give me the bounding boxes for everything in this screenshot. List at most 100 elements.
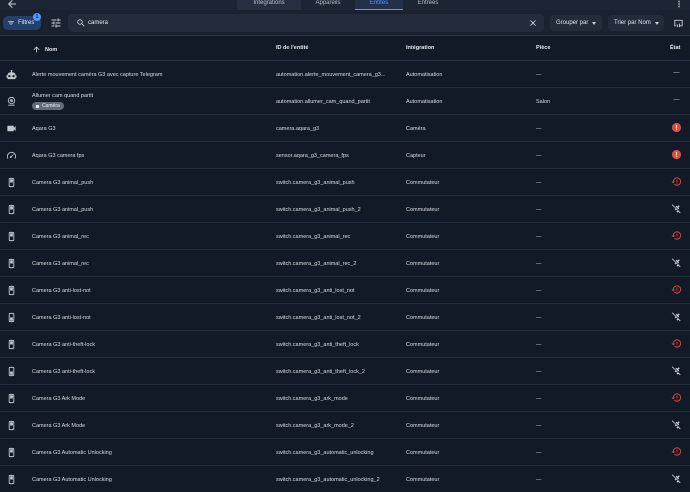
table-row[interactable]: Camera G3 animal_rec switch.camera_g3_ani… <box>0 250 690 277</box>
restore-alert-icon <box>671 284 682 295</box>
back-arrow-icon[interactable] <box>6 0 18 10</box>
table-row[interactable]: Camera G3 anti-theft-lock switch.camera_g… <box>0 331 690 358</box>
entity-id: switch.camera_g3_animal_rec_2 <box>276 261 357 267</box>
toggle-switch-icon <box>6 285 17 296</box>
video-icon <box>6 123 17 134</box>
table-row[interactable]: Aqara G3 camera fps sensor.aqara_g3_camer… <box>0 142 690 169</box>
entity-area: — <box>536 288 542 294</box>
table-row[interactable]: Camera G3 Ark Mode switch.camera_g3_ark_m… <box>0 385 690 412</box>
entity-integration: Capteur <box>406 153 426 159</box>
unavailable-icon <box>671 257 682 268</box>
entity-area: — <box>536 423 542 429</box>
entity-name: Camera G3 Ark Mode <box>32 396 86 402</box>
table-row[interactable]: Camera G3 animal_push switch.camera_g3_an… <box>0 196 690 223</box>
table-header: Nom ID de l'entité Intégration Pièce Éta… <box>0 36 690 61</box>
entity-name: Allumer cam quand partit <box>32 93 94 99</box>
entity-area: — <box>536 72 542 78</box>
entity-integration: Commutateur <box>406 207 440 213</box>
entity-area: — <box>536 180 542 186</box>
entity-integration: Commutateur <box>406 234 440 240</box>
top-app-bar: Intégrations Appareils Entités Entrées <box>0 0 690 10</box>
entity-id: switch.camera_g3_ark_mode_2 <box>276 423 354 429</box>
entity-id: switch.camera_g3_animal_rec <box>276 234 351 240</box>
entity-name: Camera G3 anti-theft-lock <box>32 342 95 348</box>
entity-area: — <box>536 396 542 402</box>
tab-integrations[interactable]: Intégrations <box>237 0 301 10</box>
table-row[interactable]: Camera G3 anti-lost-not switch.camera_g3_… <box>0 304 690 331</box>
table-row[interactable]: Camera G3 Automatic Unlocking switch.came… <box>0 439 690 466</box>
cctv-icon <box>6 96 17 107</box>
toggle-switch-icon <box>6 420 17 431</box>
entity-area: — <box>536 261 542 267</box>
entity-id: switch.camera_g3_animal_push_2 <box>276 207 361 213</box>
table-row[interactable]: Aqara G3 camera.aqara_g3 Caméra — <box>0 115 690 142</box>
entity-id: switch.camera_g3_anti_lost_not_2 <box>276 315 361 321</box>
search-icon <box>76 18 86 28</box>
entity-id: switch.camera_g3_ark_mode <box>276 396 348 402</box>
tab-helpers[interactable]: Entrées <box>403 0 453 10</box>
gauge-icon <box>6 150 17 161</box>
table-row[interactable]: Camera G3 animal_rec switch.camera_g3_ani… <box>0 223 690 250</box>
group-by-label: Grouper par <box>556 20 589 26</box>
entity-id: automation.alerte_mouvement_camera_g3... <box>276 72 386 78</box>
alert-circle-icon <box>671 122 682 133</box>
entity-integration: Commutateur <box>406 315 440 321</box>
toggle-switch-icon <box>6 204 17 215</box>
entity-name: Camera G3 anti-lost-not <box>32 288 91 294</box>
entity-id: switch.camera_g3_animal_push <box>276 180 355 186</box>
entity-area: — <box>536 369 542 375</box>
table-row[interactable]: Camera G3 Automatic Unlocking switch.came… <box>0 466 690 492</box>
restore-alert-icon <box>671 446 682 457</box>
toggle-switch-icon <box>6 231 17 242</box>
toggle-switch-icon <box>6 474 17 485</box>
toggle-switch-off-icon <box>6 312 17 323</box>
unavailable-icon <box>671 473 682 484</box>
search-input[interactable] <box>88 17 518 29</box>
entity-integration: Commutateur <box>406 342 440 348</box>
table-row[interactable]: Camera G3 anti-lost-not switch.camera_g3_… <box>0 277 690 304</box>
entity-integration: Commutateur <box>406 477 440 483</box>
filter-icon <box>8 21 14 25</box>
toggle-switch-icon <box>6 447 17 458</box>
tab-entities[interactable]: Entités <box>355 0 403 10</box>
entity-name: Camera G3 animal_push <box>32 207 94 213</box>
table-row[interactable]: Camera G3 Ark Mode switch.camera_g3_ark_m… <box>0 412 690 439</box>
toggle-switch-icon <box>6 177 17 188</box>
entity-area: — <box>536 477 542 483</box>
column-header-integration[interactable]: Intégration <box>406 45 434 51</box>
entity-integration: Commutateur <box>406 396 440 402</box>
restore-alert-icon <box>671 176 682 187</box>
entity-integration: Commutateur <box>406 423 440 429</box>
table-row[interactable]: Camera G3 anti-theft-lock switch.camera_g… <box>0 358 690 385</box>
entity-area: — <box>536 126 542 132</box>
column-header-entity-id[interactable]: ID de l'entité <box>276 45 308 51</box>
table-row[interactable]: Camera G3 animal_push switch.camera_g3_an… <box>0 169 690 196</box>
entity-name: Camera G3 Ark Mode <box>32 423 86 429</box>
entity-area: — <box>536 234 542 240</box>
filters-label: Filtres <box>18 20 35 26</box>
cctv-icon <box>35 104 40 108</box>
entity-id: automation.allumer_cam_quand_partit <box>276 99 370 105</box>
area-chip-label: Caméra <box>42 103 60 109</box>
group-by-button[interactable]: Grouper par <box>550 15 602 31</box>
tab-devices[interactable]: Appareils <box>301 0 355 10</box>
tune-icon[interactable] <box>50 17 62 29</box>
column-header-name[interactable]: Nom <box>32 45 57 54</box>
unavailable-icon <box>671 419 682 430</box>
entity-id: switch.camera_g3_anti_theft_lock <box>276 342 359 348</box>
table-settings-icon[interactable] <box>673 18 684 29</box>
column-header-state[interactable]: État <box>670 45 680 51</box>
entity-area: — <box>536 450 542 456</box>
more-vert-icon[interactable] <box>674 0 684 10</box>
sort-by-button[interactable]: Trier par Nom <box>608 15 664 31</box>
entity-id: sensor.aqara_g3_camera_fps <box>276 153 349 159</box>
close-icon[interactable] <box>528 18 538 28</box>
table-row[interactable]: Allumer cam quand partit automation.allum… <box>0 88 690 115</box>
search-box <box>68 14 544 32</box>
state-dash: — <box>673 70 680 76</box>
toggle-switch-icon <box>6 258 17 269</box>
column-header-area[interactable]: Pièce <box>536 45 550 51</box>
entity-name: Camera G3 animal_rec <box>32 234 89 240</box>
table-row[interactable]: Alerte mouvement caméra G3 avec capture … <box>0 61 690 88</box>
entity-integration: Commutateur <box>406 369 440 375</box>
